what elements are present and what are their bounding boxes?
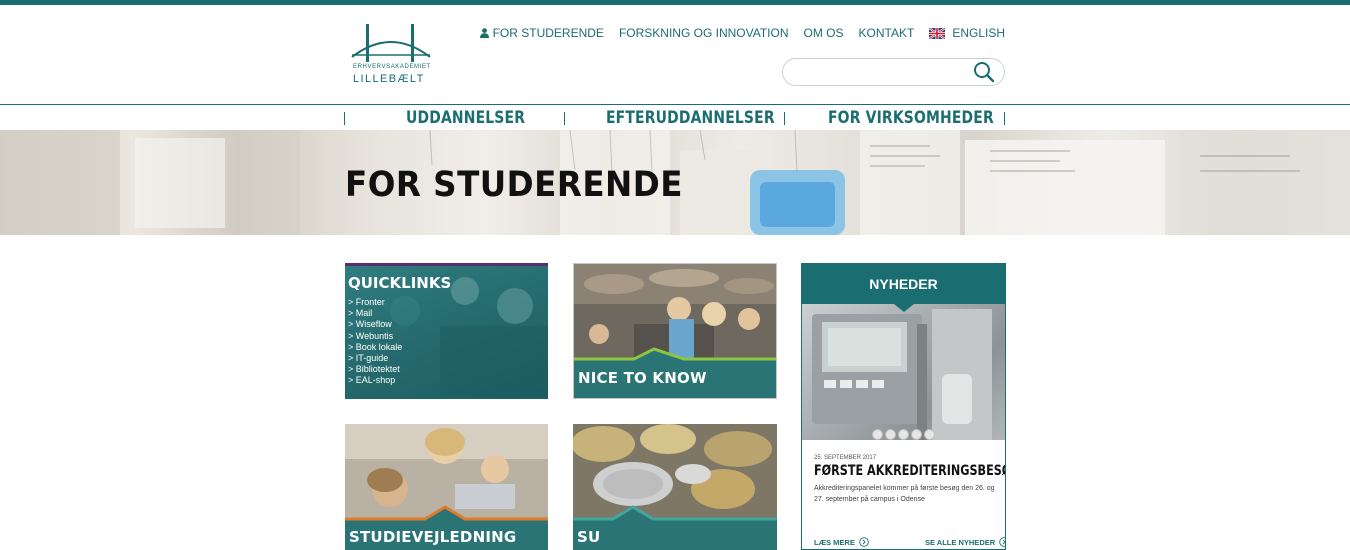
read-more-label: LÆS MERE bbox=[814, 537, 855, 547]
read-more-link[interactable]: LÆS MERE bbox=[814, 537, 869, 547]
nice-to-know-tile[interactable]: NICE TO KNOW bbox=[573, 263, 777, 399]
search-box bbox=[782, 58, 1005, 86]
topnav-label: FORSKNING OG INNOVATION bbox=[618, 26, 789, 40]
quicklink-it-guide[interactable]: > IT-guide bbox=[348, 353, 402, 364]
quicklink-bibliotektet[interactable]: > Bibliotektet bbox=[348, 364, 402, 375]
quicklinks-title: QUICKLINKS bbox=[348, 274, 452, 292]
nav-divider bbox=[344, 112, 345, 125]
quicklink-mail[interactable]: > Mail bbox=[348, 308, 402, 319]
topnav-for-studerende[interactable]: FOR STUDERENDE bbox=[479, 26, 604, 40]
quicklink-wiseflow[interactable]: > Wiseflow bbox=[348, 319, 402, 330]
slide-dots bbox=[872, 429, 935, 440]
chevron-circle-icon bbox=[999, 537, 1005, 547]
topnav-forskning[interactable]: FORSKNING OG INNOVATION bbox=[619, 26, 789, 40]
tile-label-su: SU bbox=[577, 528, 601, 546]
slide-dot[interactable] bbox=[898, 429, 909, 440]
topnav-label: ENGLISH bbox=[952, 26, 1005, 40]
topnav-kontakt[interactable]: KONTAKT bbox=[859, 26, 915, 40]
mainnav-uddannelser[interactable]: UDDANNELSER bbox=[406, 108, 525, 128]
news-excerpt: Akkrediteringspanelet kommer på første b… bbox=[814, 485, 995, 503]
topnav-om-os[interactable]: OM OS bbox=[804, 26, 844, 40]
user-icon bbox=[479, 28, 489, 38]
topnav-label: OM OS bbox=[803, 26, 844, 40]
site-header: ERHVERVSAKADEMIET LILLEBÆLT FOR STUDEREN… bbox=[0, 5, 1350, 105]
page-title: FOR STUDERENDE bbox=[345, 165, 683, 205]
quicklink-book-lokale[interactable]: > Book lokale bbox=[348, 342, 402, 353]
see-all-news-label: SE ALLE NYHEDER bbox=[925, 537, 996, 547]
tile-label-nice-to-know: NICE TO KNOW bbox=[578, 369, 707, 387]
quicklink-webuntis[interactable]: > Webuntis bbox=[348, 331, 402, 342]
quicklinks-tile: QUICKLINKS > Fronter > Mail > Wiseflow >… bbox=[345, 263, 548, 399]
mainnav-efteruddannelser[interactable]: EFTERUDDANNELSER bbox=[606, 108, 775, 128]
news-heading: NYHEDER bbox=[802, 264, 1005, 304]
su-tile[interactable]: SU bbox=[573, 424, 777, 550]
slide-dot[interactable] bbox=[872, 429, 883, 440]
slide-dot[interactable] bbox=[885, 429, 896, 440]
search-icon[interactable] bbox=[973, 61, 995, 83]
quicklinks-list: > Fronter > Mail > Wiseflow > Webuntis >… bbox=[348, 297, 402, 387]
tile-label-studievejledning: STUDIEVEJLEDNING bbox=[349, 528, 517, 546]
logo[interactable]: ERHVERVSAKADEMIET LILLEBÆLT bbox=[350, 21, 432, 87]
studievejledning-tile[interactable]: STUDIEVEJLEDNING bbox=[345, 424, 548, 550]
mainnav-for-virksomheder[interactable]: FOR VIRKSOMHEDER bbox=[828, 108, 994, 128]
news-date: 25. SEPTEMBER 2017 bbox=[814, 455, 877, 461]
coins-photo bbox=[573, 424, 777, 550]
quicklink-fronter[interactable]: > Fronter bbox=[348, 297, 402, 308]
nav-divider bbox=[1004, 112, 1005, 125]
main-navigation: UDDANNELSER EFTERUDDANNELSER FOR VIRKSOM… bbox=[0, 104, 1350, 130]
top-navigation: FOR STUDERENDE FORSKNING OG INNOVATION O… bbox=[479, 26, 1005, 40]
logo-line-1: ERHVERVSAKADEMIET bbox=[353, 64, 431, 70]
topnav-label: FOR STUDERENDE bbox=[492, 26, 604, 40]
news-panel: NYHEDER 25. SEPTEMBER 2017 FØRSTE AKKRED… bbox=[801, 263, 1006, 550]
slide-dot[interactable] bbox=[924, 429, 935, 440]
nav-divider bbox=[784, 112, 785, 125]
news-title[interactable]: FØRSTE AKKREDITERINGSBESØG bbox=[814, 463, 1005, 479]
slide-dot[interactable] bbox=[911, 429, 922, 440]
quicklink-eal-shop[interactable]: > EAL-shop bbox=[348, 375, 402, 386]
bridge-logo-icon bbox=[351, 24, 431, 62]
equipment-photo bbox=[812, 309, 992, 440]
news-slide-image[interactable] bbox=[802, 304, 1005, 440]
see-all-news-link[interactable]: SE ALLE NYHEDER bbox=[925, 537, 1005, 547]
uk-flag-icon bbox=[929, 27, 946, 39]
logo-line-2: LILLEBÆLT bbox=[353, 73, 425, 85]
chevron-circle-icon bbox=[859, 537, 869, 547]
search-input[interactable] bbox=[795, 64, 965, 81]
nav-divider bbox=[564, 112, 565, 125]
topnav-label: KONTAKT bbox=[858, 26, 915, 40]
topnav-english[interactable]: ENGLISH bbox=[929, 26, 1005, 40]
hero-banner: FOR STUDERENDE bbox=[0, 130, 1350, 235]
news-heading-pointer bbox=[894, 304, 914, 312]
